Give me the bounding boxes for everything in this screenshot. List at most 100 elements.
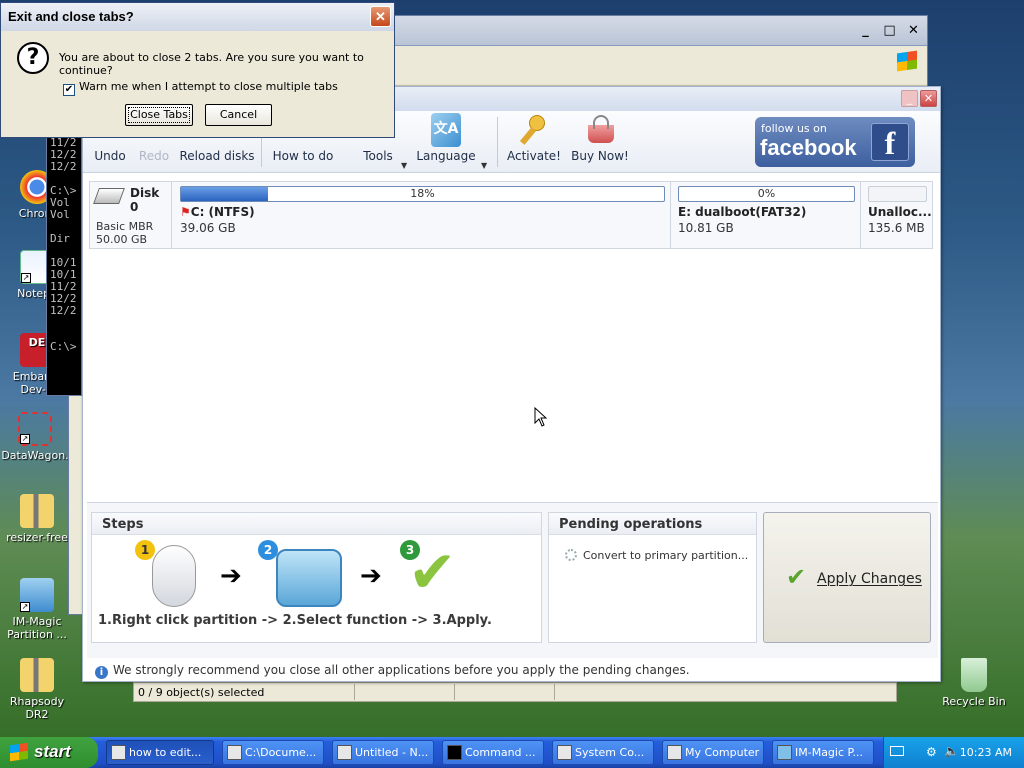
apply-changes-label: Apply Changes [817,571,922,587]
explorer-statusbar: 0 / 9 object(s) selected [133,682,897,702]
recycle-bin-icon [961,658,987,692]
info-icon: i [95,666,108,679]
cancel-button[interactable]: Cancel [205,104,272,126]
start-button[interactable]: start [0,737,98,768]
checkmark-icon: ✔ [786,563,807,591]
partition-e[interactable]: 0% E: dualboot(FAT32) 10.81 GB [673,182,861,248]
warn-multiple-tabs-checkbox[interactable]: ✔ Warn me when I attempt to close multipl… [63,80,338,96]
apply-changes-button[interactable]: ✔ Apply Changes [763,512,931,643]
activate-button[interactable]: Activate! [505,113,563,171]
zip-folder-icon [20,658,54,692]
pending-operations-heading: Pending operations [549,513,756,535]
volume-icon[interactable]: 🔈 [944,744,959,758]
task-label: IM-Magic P... [795,746,863,759]
partition-usage-bar: 0% [678,186,855,202]
minimize-button[interactable]: _ [901,90,918,107]
hard-disk-icon [93,188,125,204]
dialog-title: Exit and close tabs? [8,9,134,24]
toolbar-separator [497,117,498,167]
partition-unallocated[interactable]: Unalloc... 135.6 MB [863,182,932,248]
partition-name: Unalloc... [868,205,932,219]
tools-dropdown-arrow-icon[interactable]: ▼ [401,161,407,170]
dev-cpp-icon [227,745,242,760]
red-flag-icon: ⚑ [180,205,191,219]
facebook-wordmark: facebook [760,135,857,160]
key-icon [519,113,549,147]
facebook-button[interactable]: follow us on facebook f [755,117,915,167]
desktop-icon-label: Rhapsody DR2 [9,695,65,721]
network-icon[interactable]: ⚙ [926,745,937,759]
partition-name: E: dualboot(FAT32) [678,205,807,219]
taskbar-item-my-computer[interactable]: My Computer [662,740,764,765]
checkbox-check-icon[interactable]: ✔ [63,84,75,96]
language-icon: 文A [431,113,461,147]
task-label: Command ... [465,746,536,759]
task-label: Untitled - N... [355,746,429,759]
partition-usage-bar [868,186,927,202]
facebook-follow-text: follow us on [761,122,827,135]
disk-info[interactable]: Disk 0 Basic MBR 50.00 GB [90,182,172,248]
notepad-icon [337,745,352,760]
close-tabs-button[interactable]: Close Tabs [125,104,193,126]
partition-resizer-window[interactable]: _ ✕ Undo Redo Reload disks How to do Too… [82,86,941,682]
dialog-titlebar[interactable]: Exit and close tabs? ✕ [1,3,394,31]
command-prompt-icon [447,745,462,760]
disk-function-icon [276,549,342,607]
desktop-icon-label: IM-Magic Partition ... [7,615,67,641]
language-button[interactable]: 文A Language [415,113,477,171]
close-button[interactable]: ✕ [903,20,924,41]
disk-row[interactable]: Disk 0 Basic MBR 50.00 GB 18% ⚑C: (NTFS)… [89,181,933,249]
arrow-right-icon: ➔ [360,561,382,591]
steps-caption: 1.Right click partition -> 2.Select func… [98,613,492,628]
dialog-message: You are about to close 2 tabs. Are you s… [59,51,364,77]
task-label: My Computer [685,746,760,759]
taskbar-item-command[interactable]: Command ... [442,740,544,765]
command-prompt-window[interactable]: 11/2 12/2 12/2 C:\> Vol Vol Dir 10/1 10/1 11/2… [46,134,82,396]
partition-size: 10.81 GB [678,221,734,235]
partition-usage-bar: 18% [180,186,665,202]
close-button[interactable]: ✕ [920,90,937,107]
start-label: start [34,742,71,761]
how-to-do-label: How to do [272,149,334,163]
basket-icon [585,113,615,147]
buy-now-button[interactable]: Buy Now! [571,113,629,171]
mouse-cursor-icon [534,407,548,427]
arrow-right-icon: ➔ [220,561,242,591]
step-1-badge: 1 [135,540,155,560]
maximize-button[interactable]: □ [879,20,900,41]
taskbar-item-dev-cpp[interactable]: C:\Docume... [222,740,324,765]
datawagon-icon: ↗ [18,412,52,446]
dialog-close-button[interactable]: ✕ [370,6,391,27]
taskbar-item-notepad[interactable]: Untitled - N... [332,740,434,765]
im-magic-icon [777,745,792,760]
cmd-line: C:\> [50,340,77,353]
mouse-icon [152,545,196,607]
taskbar-item-im-magic[interactable]: IM-Magic P... [772,740,874,765]
language-dropdown-arrow-icon[interactable]: ▼ [481,161,487,170]
taskbar-item-system-configuration[interactable]: System Co... [552,740,654,765]
taskbar-item-browser[interactable]: how to edit... [106,740,214,765]
partition-c[interactable]: 18% ⚑C: (NTFS) 39.06 GB [175,182,671,248]
desktop-icon-datawagon[interactable]: ↗ DataWagon. [0,412,74,462]
browser-icon [111,745,126,760]
pending-operation-item[interactable]: Convert to primary partition... [565,549,748,562]
partition-size: 135.6 MB [868,221,925,235]
partition-name-text: C: (NTFS) [190,205,255,219]
minimize-button[interactable]: _ [855,20,876,41]
desktop-icon-label: DataWagon. [1,449,69,462]
partition-usage-percent: 0% [757,187,776,200]
clock[interactable]: 10:23 AM [960,746,1012,759]
desktop-icon-resizer-free[interactable]: resizer-free [0,494,76,544]
windows-flag-icon [10,742,28,762]
info-text: We strongly recommend you close all othe… [113,663,690,677]
taskbar: start how to edit... C:\Docume... Untitl… [0,737,1024,768]
task-label: how to edit... [129,746,202,759]
desktop-icon-recycle-bin[interactable]: Recycle Bin [935,658,1013,708]
system-tray: ⚙ 🔈 10:23 AM [883,737,1024,768]
keyboard-icon[interactable] [890,746,904,756]
redo-label: Redo [138,149,170,163]
desktop-icon-rhapsody[interactable]: Rhapsody DR2 [0,658,76,721]
close-tabs-dialog[interactable]: Exit and close tabs? ✕ ? You are about t… [0,2,395,138]
desktop-icon-im-magic[interactable]: ↗ IM-Magic Partition ... [0,578,76,641]
loading-spinner-icon [565,549,577,561]
